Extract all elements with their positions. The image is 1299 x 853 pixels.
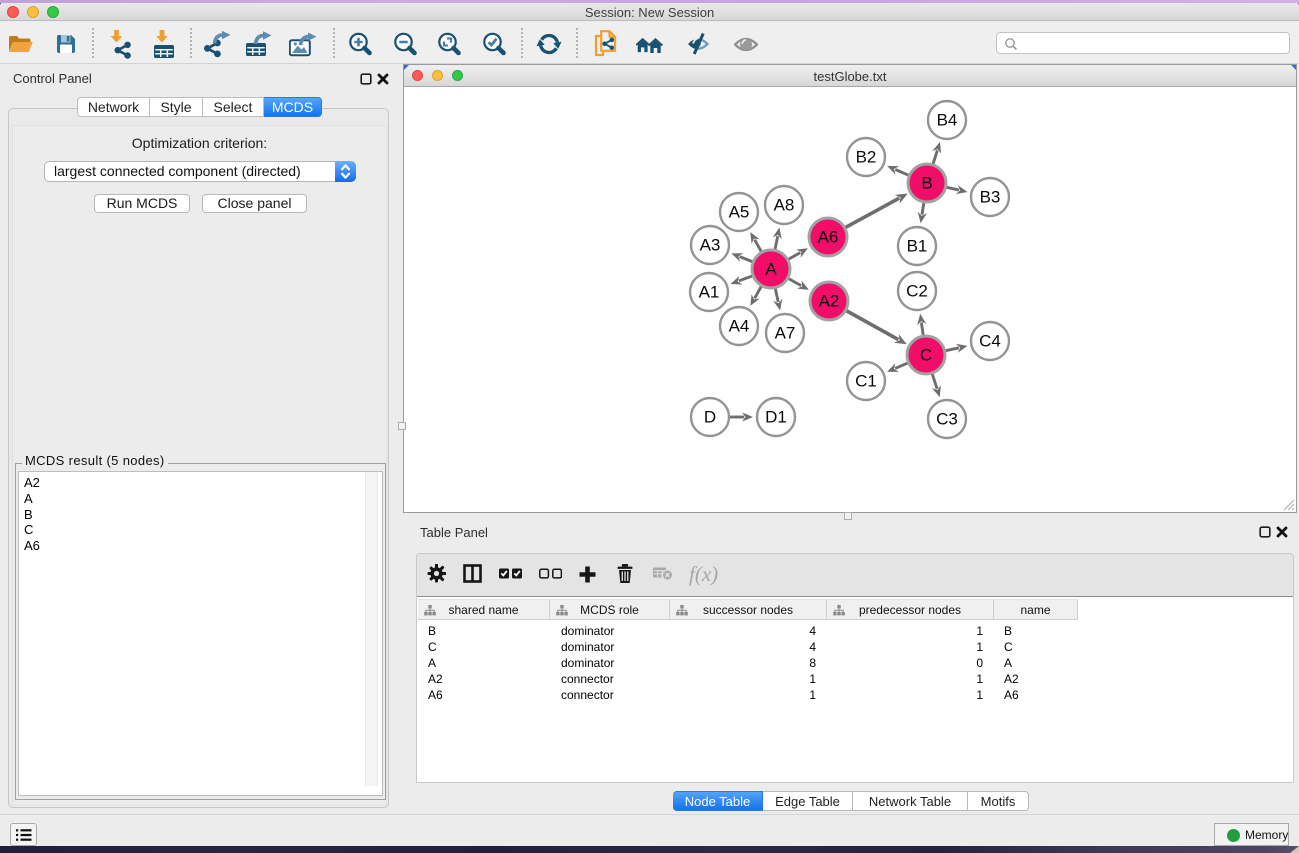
svg-text:A: A — [765, 260, 777, 279]
svg-text:B: B — [921, 174, 932, 193]
svg-text:C1: C1 — [855, 372, 877, 391]
svg-text:D1: D1 — [765, 408, 787, 427]
svg-text:B2: B2 — [856, 148, 877, 167]
svg-text:A7: A7 — [775, 324, 796, 343]
svg-text:B4: B4 — [937, 111, 958, 130]
svg-text:A6: A6 — [818, 228, 839, 247]
svg-text:A1: A1 — [699, 283, 720, 302]
svg-text:A3: A3 — [700, 236, 721, 255]
svg-text:B3: B3 — [980, 188, 1001, 207]
svg-text:A4: A4 — [729, 317, 750, 336]
svg-text:C3: C3 — [936, 410, 958, 429]
svg-text:C4: C4 — [979, 332, 1001, 351]
svg-text:D: D — [704, 408, 716, 427]
svg-text:A2: A2 — [819, 292, 840, 311]
svg-text:B1: B1 — [907, 237, 928, 256]
svg-text:A8: A8 — [774, 196, 795, 215]
svg-text:C2: C2 — [906, 282, 928, 301]
svg-text:C: C — [920, 346, 932, 365]
svg-text:A5: A5 — [729, 203, 750, 222]
